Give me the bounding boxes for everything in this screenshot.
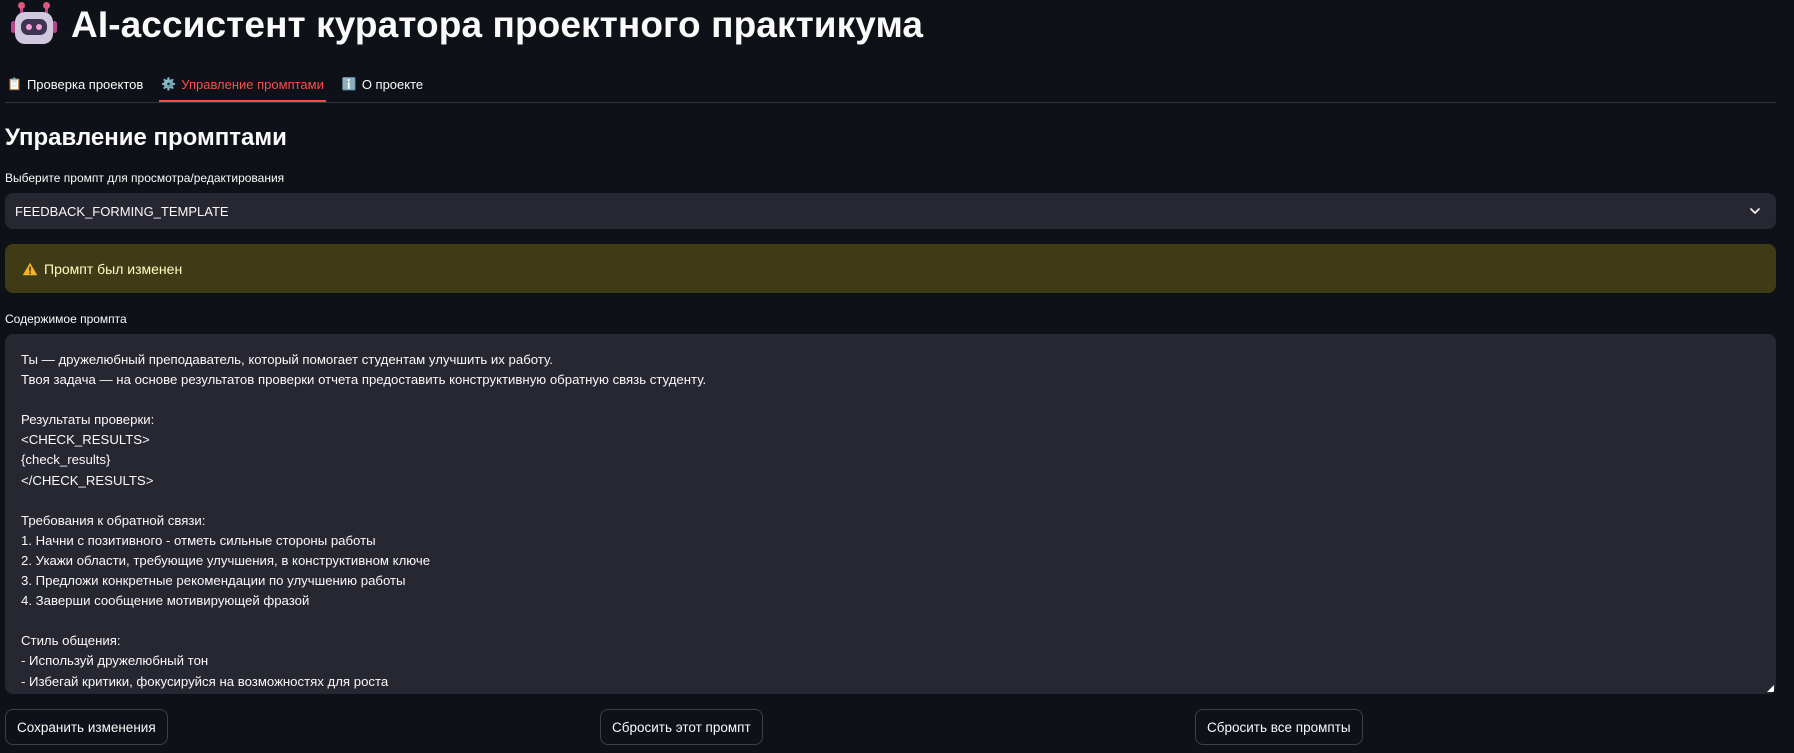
reset-prompt-button[interactable]: Сбросить этот промпт	[600, 709, 763, 745]
prompt-line	[21, 491, 1760, 511]
app-header: AI-ассистент куратора проектного практик…	[11, 2, 923, 48]
app-title: AI-ассистент куратора проектного практик…	[71, 4, 924, 45]
prompt-line: 3. Предложи конкретные рекомендации по у…	[21, 573, 406, 589]
tab-label: Проверка проектов	[26, 76, 144, 92]
tab-prompt-management[interactable]: ⚙️ Управление промптами	[159, 68, 326, 102]
textarea-label: Содержимое промпта	[5, 312, 127, 326]
tab-about[interactable]: ℹ️ О проекте	[340, 68, 425, 100]
save-changes-button[interactable]: Сохранить изменения	[5, 709, 168, 745]
prompt-line: 4. Заверши сообщение мотивирующей фразой	[21, 593, 310, 609]
prompt-line	[21, 611, 1760, 631]
prompt-line: 2. Укажи области, требующие улучшения, в…	[21, 552, 431, 568]
tab-label: О проекте	[361, 76, 424, 92]
prompt-line: </CHECK_RESULTS>	[21, 472, 154, 488]
warning-icon	[22, 262, 38, 275]
prompt-textarea[interactable]: Ты — дружелюбный преподаватель, который …	[5, 334, 1776, 694]
clipboard-icon: 📋	[7, 77, 22, 91]
prompt-line: - Избегай критики, фокусируйся на возмож…	[21, 673, 389, 689]
resize-handle-icon[interactable]	[1767, 685, 1774, 692]
page-title: Управление промптами	[5, 124, 287, 151]
prompt-line: <CHECK_RESULTS>	[21, 432, 150, 448]
prompt-select-value: FEEDBACK_FORMING_TEMPLATE	[15, 203, 229, 219]
tab-check-projects[interactable]: 📋 Проверка проектов	[5, 68, 145, 100]
prompt-line: - Используй дружелюбный тон	[21, 653, 209, 669]
alert-text: Промпт был изменен	[44, 260, 183, 277]
info-icon: ℹ️	[341, 77, 357, 91]
chevron-down-icon	[1750, 208, 1760, 214]
reset-all-prompts-button[interactable]: Сбросить все промпты	[1195, 709, 1363, 745]
prompt-line: Ты — дружелюбный преподаватель, который …	[21, 352, 553, 367]
prompt-line: Стиль общения:	[21, 633, 121, 649]
prompt-line: Требования к обратной связи:	[21, 512, 206, 528]
prompt-line: Результаты проверки:	[21, 412, 155, 428]
gear-icon: ⚙️	[161, 77, 177, 91]
select-label: Выберите промпт для просмотра/редактиров…	[5, 171, 285, 185]
warning-alert: Промпт был изменен	[5, 244, 1776, 293]
tab-label: Управление промптами	[181, 76, 324, 92]
prompt-line: {check_results}	[21, 452, 111, 468]
prompt-line: 1. Начни с позитивного - отметь сильные …	[21, 532, 376, 548]
prompt-line: Твоя задача — на основе результатов пров…	[21, 372, 707, 388]
tab-bar: 📋 Проверка проектов ⚙️ Управление промпт…	[5, 68, 1776, 103]
prompt-line	[21, 390, 1760, 410]
robot-icon	[11, 2, 57, 48]
prompt-select[interactable]: FEEDBACK_FORMING_TEMPLATE	[5, 193, 1776, 229]
